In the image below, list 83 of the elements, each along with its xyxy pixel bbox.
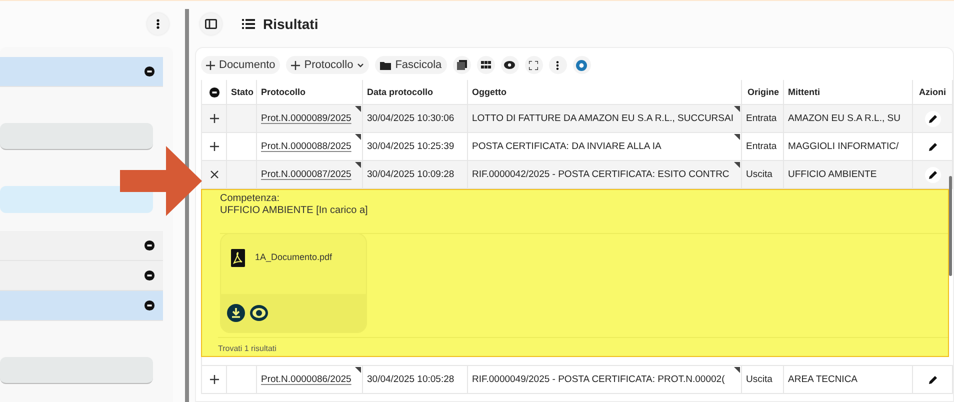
toggle-icon bbox=[144, 270, 156, 281]
toggle-icon bbox=[144, 240, 156, 251]
table-cell: AREA TECNICA bbox=[784, 366, 913, 393]
protocol-link[interactable]: Prot.N.0000087/2025 bbox=[261, 169, 352, 180]
grid-button[interactable] bbox=[476, 56, 495, 74]
fullscreen-button[interactable] bbox=[524, 56, 543, 74]
toolbar-button[interactable]: Documento bbox=[201, 56, 280, 74]
table-cell: UFFICIO AMBIENTE bbox=[784, 161, 913, 188]
edit-button[interactable] bbox=[924, 166, 940, 182]
plus-icon bbox=[210, 375, 218, 384]
protocol-link[interactable]: Prot.N.0000086/2025 bbox=[261, 374, 352, 385]
more-button[interactable] bbox=[147, 13, 170, 35]
table-cell: MAGGIOLI INFORMATIC/ bbox=[784, 133, 913, 160]
input-field[interactable] bbox=[0, 357, 154, 384]
preview-button[interactable] bbox=[249, 304, 269, 322]
edit-button[interactable] bbox=[924, 110, 940, 126]
eye-icon bbox=[504, 61, 516, 69]
fullscreen-icon bbox=[529, 60, 538, 70]
pencil-icon bbox=[928, 374, 938, 384]
sidebar-icon bbox=[205, 19, 217, 29]
table-cell: RIF.0000042/2025 - POSTA CERTIFICATA: ESITO CONTRC bbox=[468, 161, 742, 188]
protocol-link[interactable]: Prot.N.0000088/2025 bbox=[261, 141, 352, 152]
plus-icon bbox=[206, 60, 215, 70]
page-title: Risultati bbox=[263, 16, 318, 32]
competence-label: Competenza: bbox=[220, 193, 280, 205]
download-icon bbox=[227, 304, 245, 322]
copy-icon bbox=[456, 60, 467, 70]
table-cell: Entrata bbox=[742, 133, 784, 160]
table-cell: 30/04/2025 10:09:28 bbox=[363, 161, 468, 188]
column-header[interactable]: Azioni bbox=[913, 80, 953, 104]
column-header[interactable]: Stato bbox=[227, 80, 257, 104]
plus-icon bbox=[210, 142, 218, 151]
note-marker-icon bbox=[734, 367, 740, 373]
plus-icon bbox=[210, 114, 218, 123]
more-icon bbox=[556, 60, 560, 70]
caret-icon bbox=[357, 62, 364, 68]
toolbar-button[interactable]: Protocollo bbox=[286, 56, 370, 74]
plus-icon bbox=[291, 60, 300, 70]
table-cell: Uscita bbox=[742, 161, 784, 188]
view-button[interactable] bbox=[500, 56, 519, 74]
scrollbar[interactable] bbox=[949, 176, 952, 276]
table-cell: RIF.0000049/2025 - POSTA CERTIFICATA: PROT.N.00002( bbox=[468, 366, 742, 393]
table-cell: LOTTO DI FATTURE DA AMAZON EU S.A R.L., SUCCURSAI bbox=[468, 105, 742, 132]
splitter-handle[interactable] bbox=[185, 9, 189, 402]
download-button[interactable] bbox=[227, 304, 245, 322]
table-cell: POSTA CERTIFICATA: DA INVIARE ALLA IA bbox=[468, 133, 742, 160]
copy-button[interactable] bbox=[452, 56, 471, 74]
results-count: Trovati 1 risultati bbox=[218, 337, 948, 353]
protocol-link[interactable]: Prot.N.0000089/2025 bbox=[261, 113, 352, 124]
input-field[interactable] bbox=[0, 186, 154, 213]
eye-icon bbox=[249, 304, 269, 322]
pencil-icon bbox=[928, 170, 938, 180]
pencil-icon bbox=[928, 114, 938, 124]
input-field[interactable] bbox=[0, 123, 154, 150]
table-cell: AMAZON EU S.A R.L., SU bbox=[784, 105, 913, 132]
column-header[interactable]: Data protocollo bbox=[363, 80, 468, 104]
toggle-icon bbox=[144, 66, 156, 77]
table-cell: 30/04/2025 10:30:06 bbox=[363, 105, 468, 132]
pdf-file-icon bbox=[229, 248, 247, 268]
pencil-icon bbox=[928, 142, 938, 152]
table-cell: 30/04/2025 10:05:28 bbox=[363, 366, 468, 393]
badge-icon bbox=[576, 60, 588, 70]
folder-icon bbox=[380, 60, 392, 70]
close-icon bbox=[210, 170, 218, 179]
table-cell: Uscita bbox=[742, 366, 784, 393]
toggle-icon bbox=[144, 300, 156, 311]
more-button[interactable] bbox=[548, 56, 567, 74]
table-cell: 30/04/2025 10:25:39 bbox=[363, 133, 468, 160]
sidebar-toggle-button[interactable] bbox=[200, 13, 222, 35]
column-header[interactable]: Origine bbox=[742, 80, 784, 104]
column-header[interactable]: Oggetto bbox=[468, 80, 742, 104]
settings-button[interactable] bbox=[572, 56, 591, 74]
collapse-all-icon[interactable] bbox=[208, 86, 220, 98]
table-cell: Entrata bbox=[742, 105, 784, 132]
list-icon bbox=[242, 19, 255, 29]
grid-icon bbox=[480, 61, 491, 69]
note-marker-icon bbox=[355, 367, 361, 373]
file-name: 1A_Documento.pdf bbox=[255, 252, 332, 262]
competence-value: UFFICIO AMBIENTE [In carico a] bbox=[220, 205, 369, 217]
column-header[interactable]: Protocollo bbox=[257, 80, 363, 104]
column-header[interactable]: Mittenti bbox=[784, 80, 913, 104]
more-icon bbox=[156, 19, 160, 29]
toolbar-button[interactable]: Fascicola bbox=[375, 56, 447, 74]
